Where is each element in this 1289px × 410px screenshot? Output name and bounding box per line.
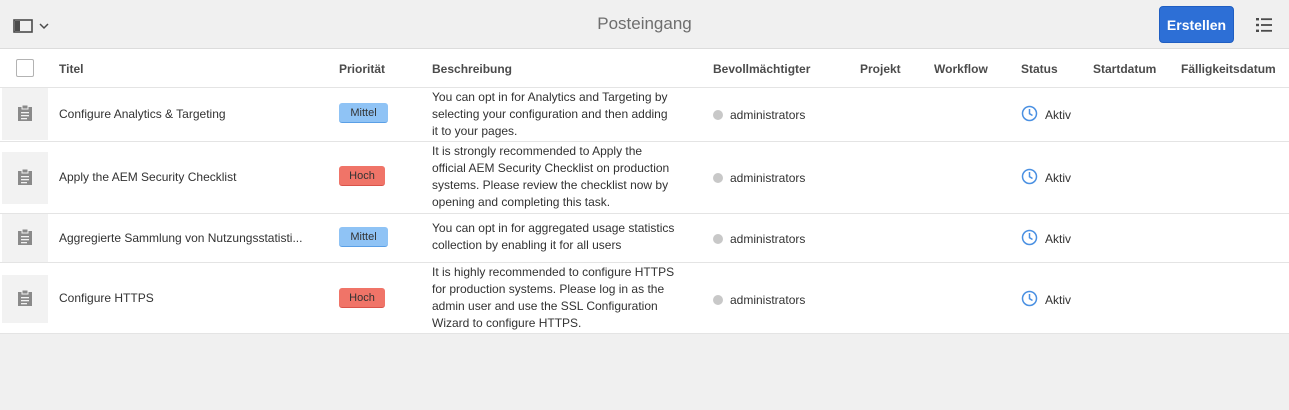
priority-badge: Mittel: [339, 103, 388, 123]
clock-icon: [1021, 168, 1045, 188]
task-description: It is highly recommended to configure HT…: [432, 265, 675, 330]
task-description: It is strongly recommended to Apply the …: [432, 144, 670, 209]
avatar: [713, 295, 723, 305]
avatar: [713, 234, 723, 244]
task-title[interactable]: Aggregierte Sammlung von Nutzungsstatist…: [59, 231, 302, 245]
task-thumbnail: [2, 275, 48, 323]
table-row[interactable]: Apply the AEM Security Checklist Hoch It…: [0, 142, 1289, 214]
priority-badge: Hoch: [339, 288, 385, 308]
list-view-icon: [1255, 18, 1273, 37]
task-thumbnail: [2, 214, 48, 262]
table-row[interactable]: Configure Analytics & Targeting Mittel Y…: [0, 88, 1289, 142]
task-title[interactable]: Configure Analytics & Targeting: [59, 107, 226, 121]
column-header-workflow[interactable]: Workflow: [934, 62, 988, 76]
column-header-title[interactable]: Titel: [59, 62, 83, 76]
assignee-cell: administrators: [713, 108, 805, 122]
clock-icon: [1021, 290, 1045, 310]
column-header-start-date[interactable]: Startdatum: [1093, 62, 1156, 76]
status-text: Aktiv: [1045, 293, 1072, 307]
clipboard-icon: [17, 289, 33, 310]
priority-badge: Hoch: [339, 166, 385, 186]
status-text: Aktiv: [1045, 232, 1072, 246]
view-switch-button[interactable]: [1255, 16, 1275, 36]
status-text: Aktiv: [1045, 108, 1072, 122]
assignee-cell: administrators: [713, 232, 805, 246]
task-title[interactable]: Apply the AEM Security Checklist: [59, 170, 236, 184]
column-header-due-date[interactable]: Fälligkeitsdatum: [1181, 62, 1276, 76]
clipboard-icon: [17, 104, 33, 125]
task-description: You can opt in for aggregated usage stat…: [432, 221, 675, 252]
assignee-name: administrators: [730, 232, 806, 246]
assignee-name: administrators: [730, 293, 806, 307]
assignee-name: administrators: [730, 108, 806, 122]
clipboard-icon: [17, 228, 33, 249]
clock-icon: [1021, 229, 1045, 249]
avatar: [713, 173, 723, 183]
column-header-description[interactable]: Beschreibung: [432, 62, 512, 76]
inbox-table: Titel Priorität Beschreibung Bevollmächt…: [0, 49, 1289, 334]
task-thumbnail: [2, 152, 48, 204]
assignee-cell: administrators: [713, 171, 805, 185]
status-cell: Aktiv: [1021, 290, 1071, 310]
sidebar-panel-icon: [13, 18, 33, 34]
status-text: Aktiv: [1045, 171, 1072, 185]
assignee-name: administrators: [730, 171, 806, 185]
chevron-down-icon: [39, 22, 49, 30]
column-header-status[interactable]: Status: [1021, 62, 1058, 76]
task-description: You can opt in for Analytics and Targeti…: [432, 90, 668, 138]
top-bar: Posteingang Erstellen: [0, 0, 1289, 49]
create-button[interactable]: Erstellen: [1159, 6, 1234, 43]
page-title: Posteingang: [597, 14, 692, 33]
clock-icon: [1021, 105, 1045, 125]
assignee-cell: administrators: [713, 293, 805, 307]
column-header-assignee[interactable]: Bevollmächtigter: [713, 62, 810, 76]
table-row[interactable]: Aggregierte Sammlung von Nutzungsstatist…: [0, 214, 1289, 263]
select-all-checkbox[interactable]: [16, 59, 34, 77]
avatar: [713, 110, 723, 120]
task-thumbnail: [2, 88, 48, 140]
priority-badge: Mittel: [339, 227, 388, 247]
table-header: Titel Priorität Beschreibung Bevollmächt…: [0, 49, 1289, 88]
clipboard-icon: [17, 168, 33, 189]
status-cell: Aktiv: [1021, 229, 1071, 249]
column-header-priority[interactable]: Priorität: [339, 62, 385, 76]
task-title[interactable]: Configure HTTPS: [59, 291, 154, 305]
empty-area: [0, 335, 1289, 410]
table-row[interactable]: Configure HTTPS Hoch It is highly recomm…: [0, 263, 1289, 334]
column-header-project[interactable]: Projekt: [860, 62, 901, 76]
status-cell: Aktiv: [1021, 105, 1071, 125]
rail-toggle-button[interactable]: [13, 16, 55, 36]
status-cell: Aktiv: [1021, 168, 1071, 188]
